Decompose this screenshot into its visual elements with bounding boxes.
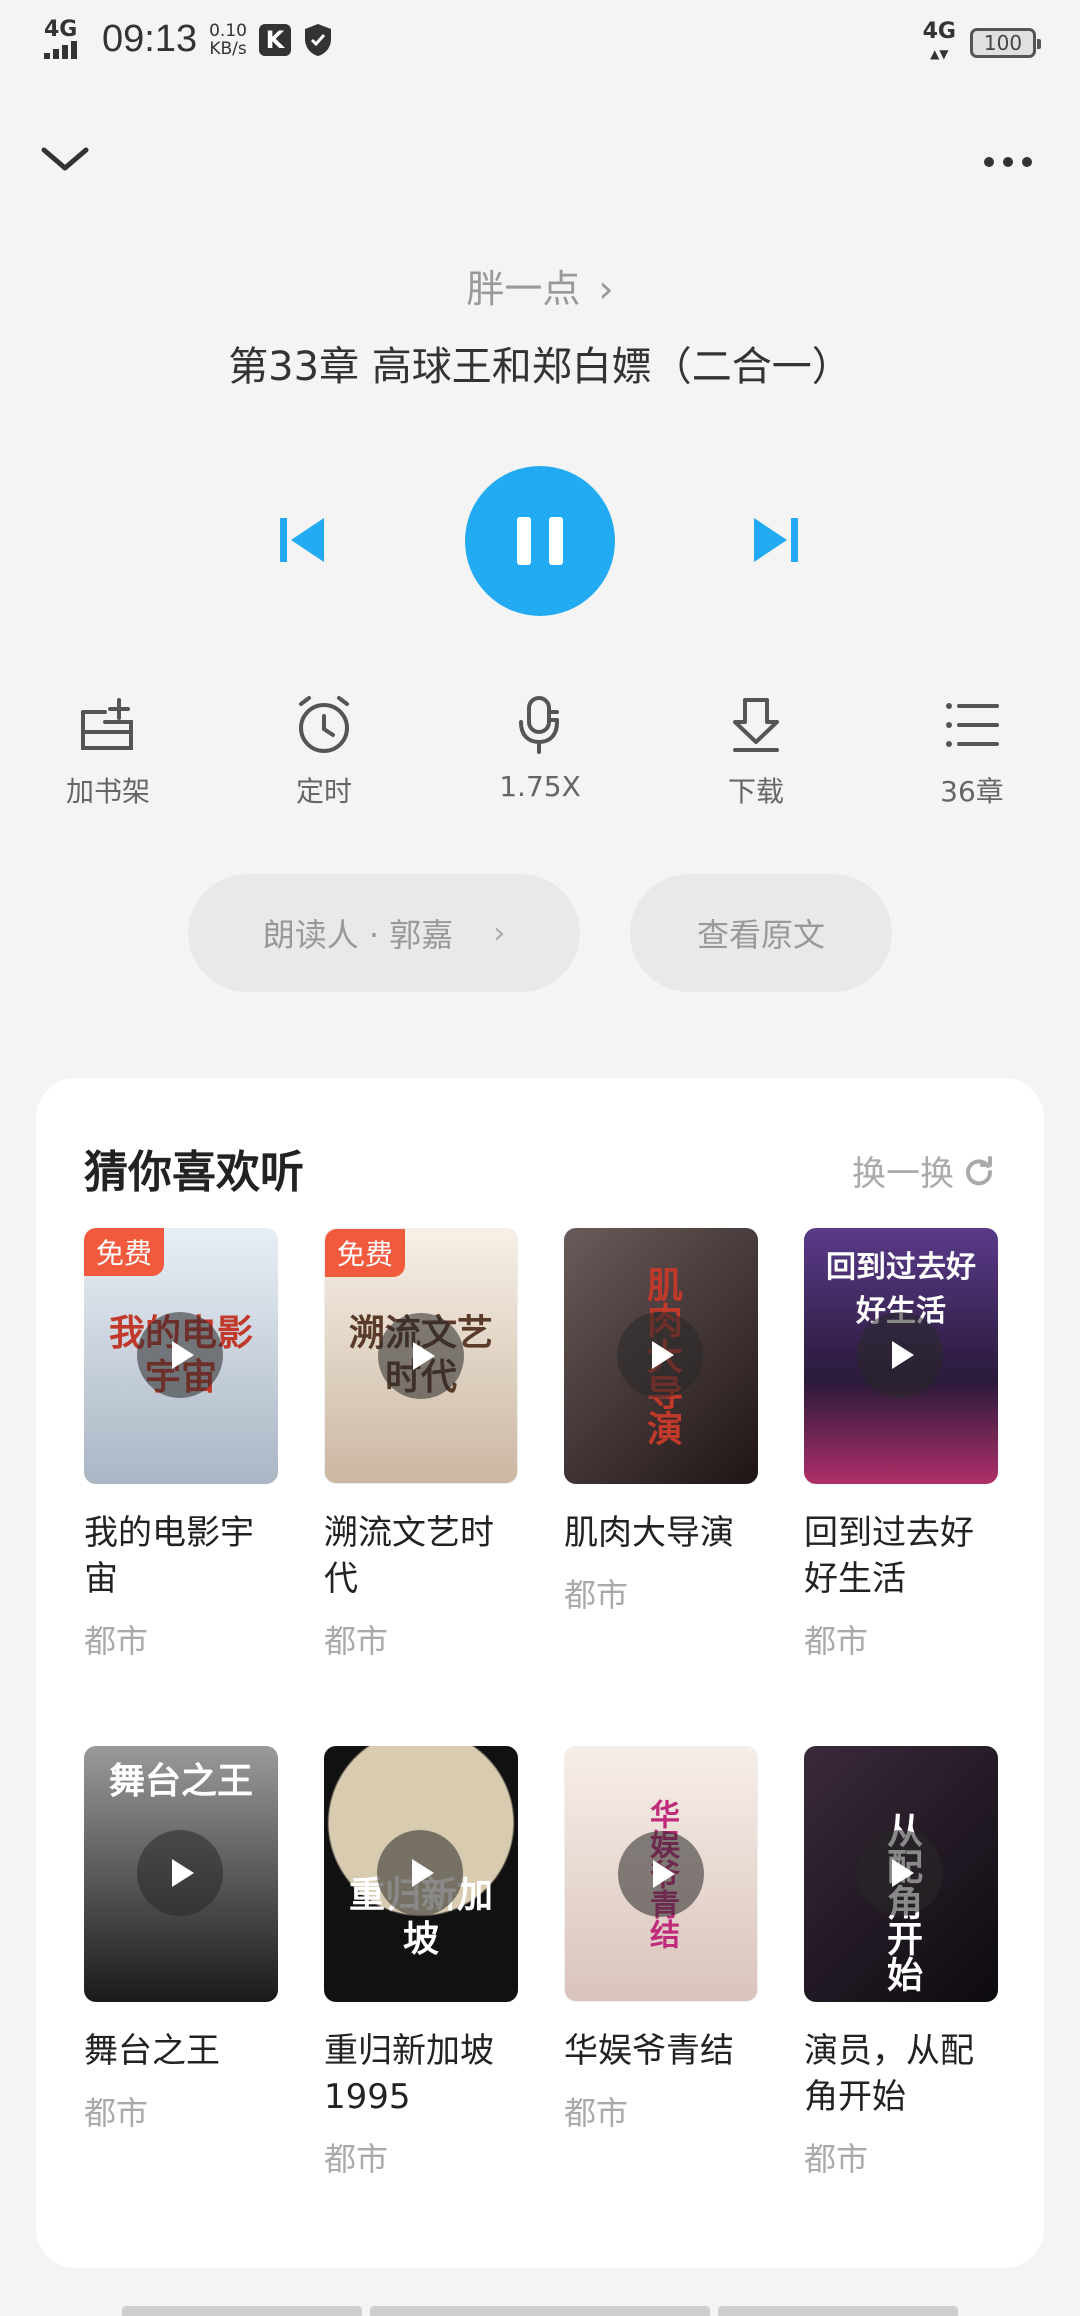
chapter-list-icon	[946, 703, 999, 747]
download-label: 下载	[727, 775, 784, 808]
book-name: 肌肉大导演	[564, 1513, 734, 1553]
play-icon[interactable]	[137, 1830, 223, 1916]
player-actions: 加书架 定时 1.75X 下载 36章	[0, 692, 1080, 812]
play-icon[interactable]	[618, 1831, 704, 1917]
bookshelf-add-icon	[81, 698, 133, 750]
pause-button[interactable]	[465, 466, 615, 616]
recommendation-card: 猜你喜欢听 换一换 我的电影宇宙 免费 我的电影宇宙 都市 溯流文艺时代 免费 …	[36, 1078, 1044, 2268]
download-icon	[733, 698, 779, 752]
play-icon[interactable]	[857, 1312, 943, 1398]
more-options-icon[interactable]	[984, 150, 1040, 174]
free-badge: 免费	[325, 1229, 406, 1277]
book-name: 溯流文艺时代	[324, 1513, 494, 1599]
clock: 09:13	[102, 18, 198, 60]
play-icon[interactable]	[378, 1313, 464, 1399]
book-name: 我的电影宇宙	[84, 1513, 254, 1599]
timer-label: 定时	[295, 775, 352, 808]
view-original-button[interactable]: 查看原文	[630, 874, 892, 992]
book-cover[interactable]: 我的电影宇宙 免费	[84, 1228, 278, 1484]
pause-icon	[517, 517, 531, 565]
book-item[interactable]: 从配角开始 演员，从配角开始 都市	[804, 1746, 998, 2180]
book-cover[interactable]: 舞台之王	[84, 1746, 278, 2002]
book-name: 演员，从配角开始	[804, 2031, 974, 2117]
speed-button[interactable]: 1.75X	[460, 692, 620, 803]
book-category: 都市	[564, 2094, 629, 2132]
refresh-button[interactable]: 换一换	[852, 1146, 994, 1195]
book-cover[interactable]: 肌肉大导演	[564, 1228, 758, 1484]
narrator-label: 朗读人 · 郭嘉	[262, 916, 454, 954]
battery-level: 100	[983, 31, 1023, 55]
speed-value: 0.10	[209, 20, 247, 41]
network-speed: 0.10 KB/s	[209, 22, 247, 58]
book-cover[interactable]: 重归新加坡	[324, 1746, 518, 2002]
speed-unit: KB/s	[209, 38, 247, 59]
book-cover[interactable]: 溯流文艺时代 免费	[324, 1228, 518, 1484]
collapse-chevron-down-icon[interactable]	[40, 140, 90, 180]
free-badge: 免费	[84, 1228, 165, 1276]
download-button[interactable]: 下载	[676, 692, 836, 810]
narrator-button[interactable]: 朗读人 · 郭嘉 ›	[188, 874, 580, 992]
battery-icon: 100	[970, 28, 1041, 58]
mobile-data-icon: 4G ▲▼	[922, 19, 956, 62]
app-k-icon: K	[258, 23, 291, 56]
book-item[interactable]: 重归新加坡 重归新加坡1995 都市	[324, 1746, 518, 2180]
book-name: 舞台之王	[84, 2031, 220, 2071]
book-item[interactable]: 回到过去好好生活 回到过去好好生活 都市	[804, 1228, 998, 1662]
book-item[interactable]: 肌肉大导演 肌肉大导演 都市	[564, 1228, 758, 1616]
book-category: 都市	[324, 1622, 389, 1660]
microphone-speed-icon	[519, 696, 559, 754]
book-category: 都市	[804, 1622, 869, 1660]
play-icon[interactable]	[857, 1830, 943, 1916]
chevron-right-icon: ›	[493, 915, 506, 951]
refresh-label: 换一换	[852, 1154, 954, 1194]
book-name: 重归新加坡1995	[324, 2031, 494, 2117]
book-category: 都市	[564, 1576, 629, 1614]
play-icon[interactable]	[617, 1312, 703, 1398]
book-item[interactable]: 舞台之王 舞台之王 都市	[84, 1746, 278, 2134]
book-name: 华娱爷青结	[564, 2031, 734, 2071]
book-category: 都市	[804, 2140, 869, 2178]
view-original-label: 查看原文	[696, 916, 825, 954]
play-icon[interactable]	[137, 1312, 223, 1398]
add-bookshelf-label: 加书架	[65, 775, 150, 808]
timer-icon	[299, 696, 349, 753]
chapter-count-label: 36章	[940, 775, 1004, 808]
signal-icon: 4G	[44, 16, 90, 61]
book-cover[interactable]: 从配角开始	[804, 1746, 998, 2002]
recommendation-title: 猜你喜欢听	[84, 1147, 304, 1198]
timer-button[interactable]: 定时	[244, 692, 404, 810]
book-category: 都市	[84, 1622, 149, 1660]
book-name: 回到过去好好生活	[804, 1513, 974, 1599]
refresh-icon	[966, 1155, 993, 1185]
book-title-link[interactable]: 胖一点 ›	[0, 258, 1080, 313]
book-item[interactable]: 我的电影宇宙 免费 我的电影宇宙 都市	[84, 1228, 278, 1662]
previous-chapter-icon[interactable]	[278, 514, 326, 566]
next-chapter-icon[interactable]	[752, 514, 800, 566]
play-icon[interactable]	[377, 1830, 463, 1916]
book-category: 都市	[84, 2094, 149, 2132]
book-category: 都市	[324, 2140, 389, 2178]
status-bar: 4G 09:13 0.10 KB/s K 4G ▲▼ 100	[0, 0, 1080, 84]
shield-icon	[304, 23, 331, 56]
speed-label: 1.75X	[499, 770, 581, 803]
book-cover[interactable]: 回到过去好好生活	[804, 1228, 998, 1484]
book-item[interactable]: 华娱爷青结 华娱爷青结 都市	[564, 1746, 758, 2134]
book-cover[interactable]: 华娱爷青结	[564, 1746, 758, 2002]
chapter-list-button[interactable]: 36章	[892, 692, 1052, 810]
chapter-title: 第33章 高球王和郑白嫖（二合一）	[228, 344, 852, 390]
bottom-indicator	[122, 2306, 960, 2316]
add-bookshelf-button[interactable]: 加书架	[28, 692, 188, 810]
network-type-label: 4G	[44, 16, 78, 42]
book-item[interactable]: 溯流文艺时代 免费 溯流文艺时代 都市	[324, 1228, 518, 1662]
